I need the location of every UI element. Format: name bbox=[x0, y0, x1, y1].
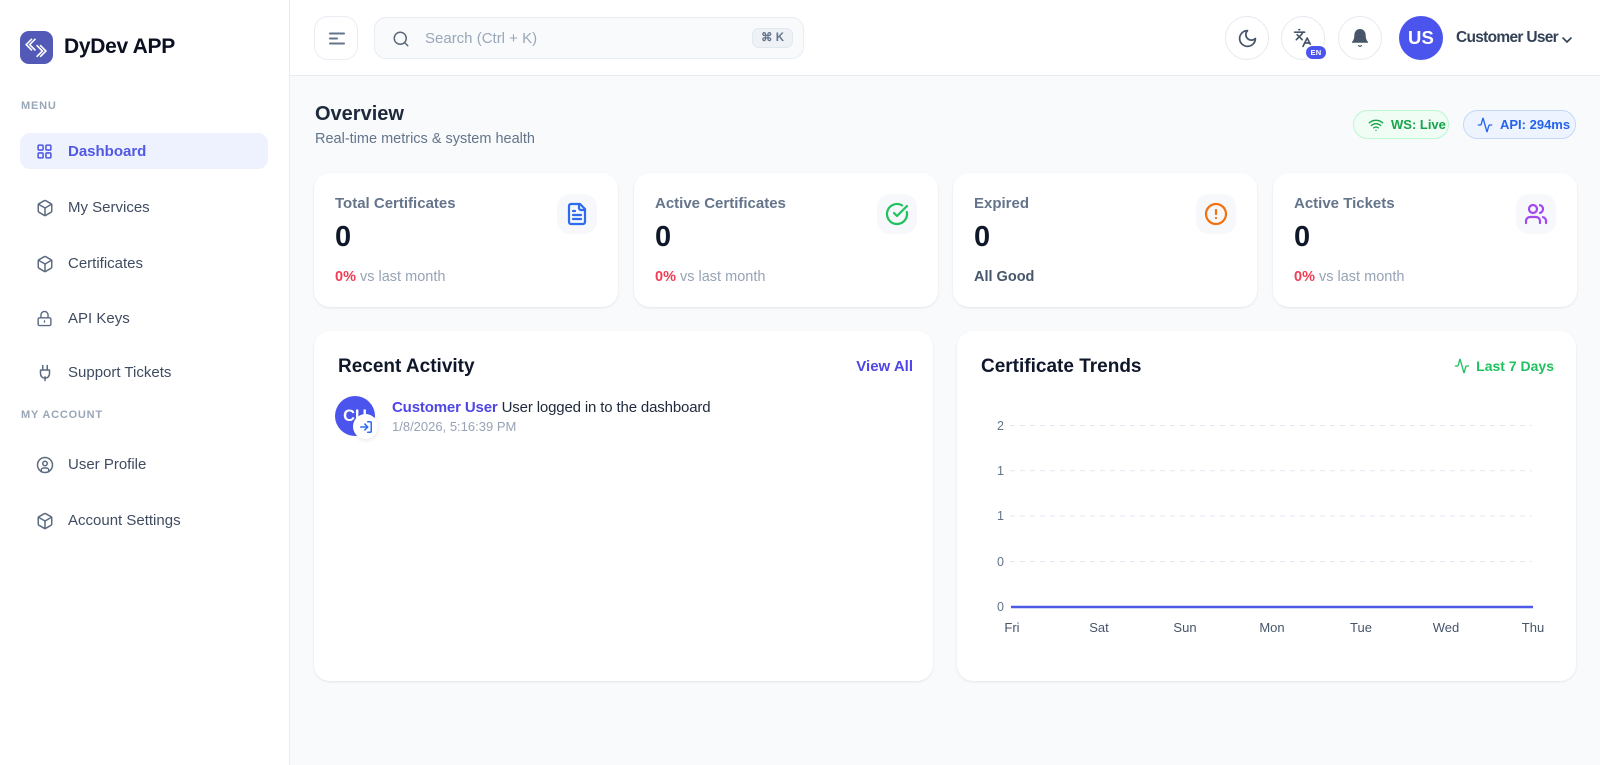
svg-text:Fri: Fri bbox=[1004, 620, 1019, 635]
svg-text:1: 1 bbox=[997, 509, 1004, 523]
svg-text:1: 1 bbox=[997, 464, 1004, 478]
svg-text:Sat: Sat bbox=[1089, 620, 1109, 635]
svg-text:Tue: Tue bbox=[1350, 620, 1372, 635]
svg-text:Wed: Wed bbox=[1433, 620, 1460, 635]
svg-text:0: 0 bbox=[997, 600, 1004, 614]
svg-text:Sun: Sun bbox=[1173, 620, 1196, 635]
svg-text:2: 2 bbox=[997, 419, 1004, 433]
svg-text:Thu: Thu bbox=[1522, 620, 1544, 635]
svg-text:Mon: Mon bbox=[1259, 620, 1284, 635]
svg-text:0: 0 bbox=[997, 555, 1004, 569]
